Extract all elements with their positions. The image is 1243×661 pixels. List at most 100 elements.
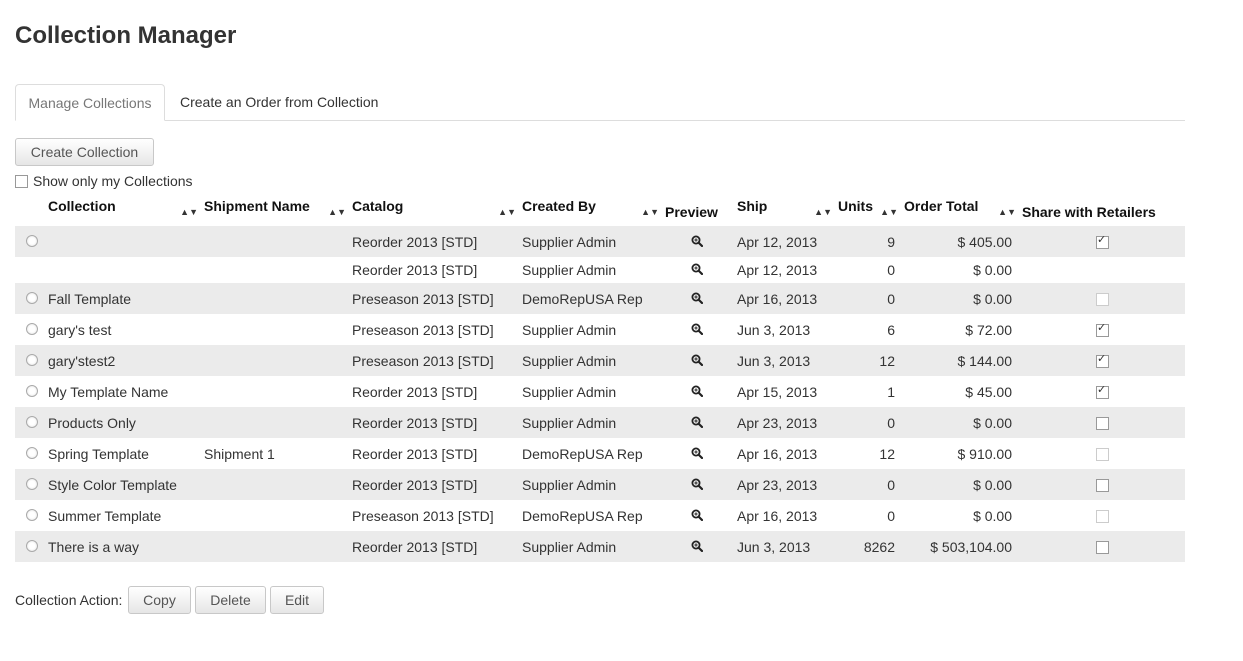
- edit-button[interactable]: Edit: [270, 586, 324, 614]
- row-select-cell[interactable]: [15, 500, 48, 531]
- collection-name: Spring Template: [48, 445, 149, 462]
- table-row[interactable]: Products Only Reorder 2013 [STD] Supplier …: [15, 407, 1185, 438]
- collection-name: Products Only: [48, 414, 136, 431]
- created-by: DemoRepUSA Rep: [522, 290, 643, 307]
- row-select-cell[interactable]: [15, 438, 48, 469]
- show-mine-checkbox[interactable]: [15, 174, 28, 188]
- share-cell: [1022, 438, 1185, 469]
- table-row[interactable]: There is a way Reorder 2013 [STD] Supplier…: [15, 531, 1185, 562]
- header-ship[interactable]: Ship ▲▼: [737, 198, 838, 226]
- sort-arrows-icon[interactable]: ▲▼: [641, 198, 659, 226]
- header-units[interactable]: Units ▲▼: [838, 198, 904, 226]
- row-select-cell[interactable]: [15, 345, 48, 376]
- magnifier-zoom-icon[interactable]: [691, 322, 703, 338]
- share-cell: [1022, 257, 1185, 283]
- table-row[interactable]: gary'stest2 Preseason 2013 [STD] Supplier …: [15, 345, 1185, 376]
- magnifier-zoom-icon[interactable]: [691, 291, 703, 307]
- created-by: Supplier Admin: [522, 476, 617, 493]
- shipment-name: [204, 407, 352, 438]
- radio-icon[interactable]: [25, 353, 38, 366]
- share-checkbox[interactable]: [1096, 352, 1109, 369]
- table-row[interactable]: Reorder 2013 [STD] Supplier Admin Apr 12, …: [15, 257, 1185, 283]
- preview-cell: [665, 469, 737, 500]
- preview-cell: [665, 314, 737, 345]
- table-row[interactable]: Summer Template Preseason 2013 [STD] DemoR…: [15, 500, 1185, 531]
- radio-icon[interactable]: [25, 384, 38, 397]
- units: 0: [887, 262, 895, 278]
- sort-arrows-icon[interactable]: ▲▼: [998, 198, 1016, 226]
- radio-icon[interactable]: [25, 477, 38, 490]
- row-select-cell[interactable]: [15, 257, 48, 283]
- table-row[interactable]: Spring Template Shipment 1 Reorder 2013 [S…: [15, 438, 1185, 469]
- row-select-cell[interactable]: [15, 469, 48, 500]
- row-select-cell[interactable]: [15, 407, 48, 438]
- radio-icon[interactable]: [25, 234, 38, 247]
- magnifier-zoom-icon[interactable]: [691, 234, 703, 250]
- magnifier-zoom-icon[interactable]: [691, 384, 703, 400]
- catalog: Preseason 2013 [STD]: [352, 321, 494, 338]
- share-checkbox[interactable]: [1096, 417, 1109, 431]
- radio-icon[interactable]: [25, 508, 38, 521]
- table-row[interactable]: Fall Template Preseason 2013 [STD] DemoRep…: [15, 283, 1185, 314]
- ship-date: Jun 3, 2013: [737, 352, 811, 369]
- share-checkbox[interactable]: [1096, 383, 1109, 400]
- header-shipment-name[interactable]: Shipment Name ▲▼: [204, 198, 352, 226]
- header-order-total[interactable]: Order Total ▲▼: [904, 198, 1022, 226]
- share-cell: [1022, 283, 1185, 314]
- tab-manage-collections[interactable]: Manage Collections: [15, 84, 165, 121]
- preview-cell: [665, 531, 737, 562]
- magnifier-zoom-icon[interactable]: [691, 446, 703, 462]
- table-row[interactable]: Reorder 2013 [STD] Supplier Admin Apr 12, …: [15, 226, 1185, 257]
- order-total: $ 72.00: [965, 321, 1012, 338]
- radio-icon[interactable]: [25, 539, 38, 552]
- tab-bar: Manage Collections Create an Order from …: [15, 84, 1185, 121]
- radio-icon[interactable]: [25, 322, 38, 335]
- ship-date: Apr 12, 2013: [737, 233, 818, 250]
- magnifier-zoom-icon[interactable]: [691, 262, 703, 278]
- copy-button[interactable]: Copy: [128, 586, 191, 614]
- magnifier-zoom-icon[interactable]: [691, 508, 703, 524]
- shipment-name: [204, 376, 352, 407]
- shipment-name: [204, 531, 352, 562]
- magnifier-zoom-icon[interactable]: [691, 477, 703, 493]
- sort-arrows-icon[interactable]: ▲▼: [814, 198, 832, 226]
- row-select-cell[interactable]: [15, 226, 48, 257]
- share-checkbox[interactable]: [1096, 233, 1109, 250]
- sort-arrows-icon[interactable]: ▲▼: [498, 198, 516, 226]
- magnifier-zoom-icon[interactable]: [691, 539, 703, 555]
- row-select-cell[interactable]: [15, 531, 48, 562]
- header-collection[interactable]: Collection ▲▼: [48, 198, 204, 226]
- header-created-by[interactable]: Created By ▲▼: [522, 198, 665, 226]
- delete-button[interactable]: Delete: [195, 586, 266, 614]
- catalog: Reorder 2013 [STD]: [352, 262, 478, 278]
- row-select-cell[interactable]: [15, 314, 48, 345]
- sort-arrows-icon[interactable]: ▲▼: [880, 198, 898, 226]
- radio-icon[interactable]: [25, 446, 38, 459]
- table-row[interactable]: gary's test Preseason 2013 [STD] Supplier …: [15, 314, 1185, 345]
- share-checkbox[interactable]: [1096, 541, 1109, 555]
- collection-name: gary'stest2: [48, 352, 116, 369]
- table-row[interactable]: My Template Name Reorder 2013 [STD] Suppli…: [15, 376, 1185, 407]
- units: 0: [887, 507, 895, 524]
- share-checkbox[interactable]: [1096, 479, 1109, 493]
- magnifier-zoom-icon[interactable]: [691, 353, 703, 369]
- magnifier-zoom-icon[interactable]: [691, 415, 703, 431]
- header-catalog[interactable]: Catalog ▲▼: [352, 198, 522, 226]
- share-checkbox[interactable]: [1096, 321, 1109, 338]
- radio-icon[interactable]: [25, 415, 38, 428]
- create-collection-button[interactable]: Create Collection: [15, 138, 154, 166]
- table-row[interactable]: Style Color Template Reorder 2013 [STD] Su…: [15, 469, 1185, 500]
- shipment-name: [204, 226, 352, 257]
- show-mine-filter[interactable]: Show only my Collections: [15, 172, 193, 190]
- sort-arrows-icon[interactable]: ▲▼: [328, 198, 346, 226]
- row-select-cell[interactable]: [15, 283, 48, 314]
- row-select-cell[interactable]: [15, 376, 48, 407]
- sort-arrows-icon[interactable]: ▲▼: [180, 198, 198, 226]
- tab-create-order[interactable]: Create an Order from Collection: [180, 84, 378, 119]
- created-by: DemoRepUSA Rep: [522, 445, 643, 462]
- order-total: $ 0.00: [973, 290, 1012, 307]
- radio-icon[interactable]: [25, 291, 38, 304]
- units: 8262: [863, 538, 895, 555]
- units: 12: [879, 352, 895, 369]
- preview-cell: [665, 376, 737, 407]
